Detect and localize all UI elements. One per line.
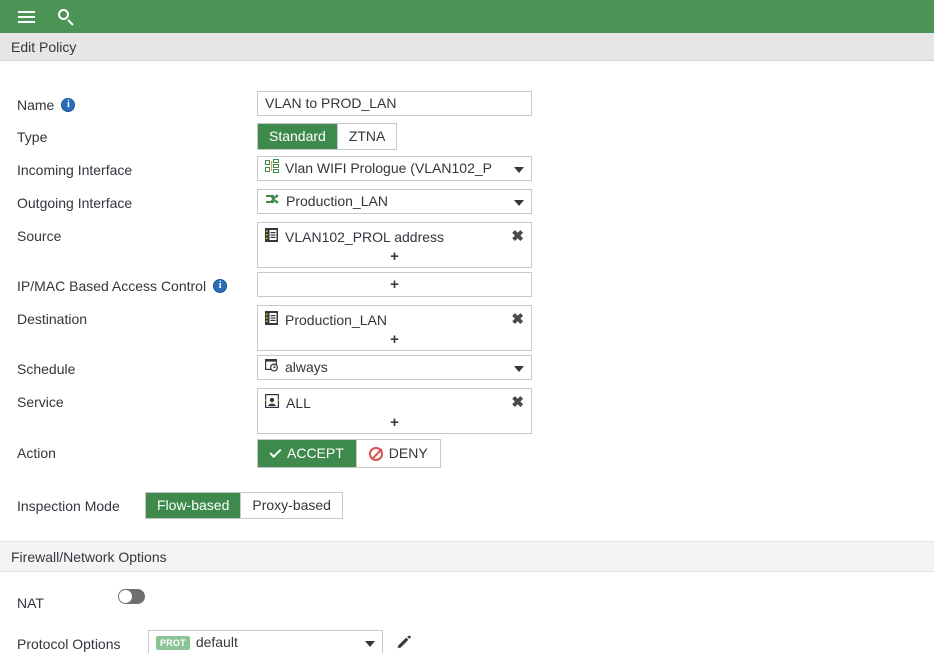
label-action: Action xyxy=(17,439,257,464)
type-segmented-control: Standard ZTNA xyxy=(257,123,397,150)
hamburger-icon xyxy=(18,11,35,23)
label-protocol-options: Protocol Options xyxy=(17,630,148,653)
pencil-icon[interactable] xyxy=(395,635,411,651)
address-object-icon xyxy=(265,228,278,245)
service-item-label: ALL xyxy=(286,395,504,411)
incoming-interface-value: Vlan WIFI Prologue (VLAN102_P xyxy=(285,157,492,180)
field-row-outgoing-interface: Outgoing Interface Production_LAN xyxy=(0,189,934,218)
nat-toggle[interactable] xyxy=(118,589,145,604)
action-segmented-control: ACCEPT DENY xyxy=(257,439,441,468)
field-row-schedule: Schedule always xyxy=(0,355,934,384)
ip-mac-access-control-field[interactable]: + xyxy=(257,272,532,297)
field-row-destination: Destination xyxy=(0,305,934,351)
info-icon[interactable]: i xyxy=(61,98,75,112)
label-schedule: Schedule xyxy=(17,355,257,380)
label-name: Name i xyxy=(17,91,257,116)
section-header-firewall-network-options: Firewall/Network Options xyxy=(0,541,934,572)
destination-field[interactable]: Production_LAN ✖ + xyxy=(257,305,532,351)
nat-toggle-knob xyxy=(119,590,132,603)
service-object-icon xyxy=(265,394,279,411)
type-option-standard[interactable]: Standard xyxy=(258,124,338,149)
source-add-button[interactable]: + xyxy=(258,248,531,267)
incoming-interface-select[interactable]: Vlan WIFI Prologue (VLAN102_P xyxy=(257,156,532,181)
address-object-icon xyxy=(265,311,278,328)
inspection-mode-option-flow-based[interactable]: Flow-based xyxy=(146,493,241,518)
label-nat: NAT xyxy=(17,589,118,614)
chevron-down-icon xyxy=(365,641,375,647)
source-item: VLAN102_PROL address ✖ xyxy=(258,225,531,248)
remove-icon[interactable]: ✖ xyxy=(511,396,524,410)
label-service: Service xyxy=(17,388,257,413)
label-source: Source xyxy=(17,222,257,247)
type-option-ztna[interactable]: ZTNA xyxy=(338,124,397,149)
chevron-down-icon xyxy=(514,167,524,173)
ip-mac-add-button[interactable]: + xyxy=(390,276,399,293)
field-row-service: Service ALL ✖ + xyxy=(0,388,934,434)
field-row-ip-mac-access-control: IP/MAC Based Access Control i + xyxy=(0,272,934,301)
field-row-action: Action ACCEPT DENY xyxy=(0,439,934,468)
field-row-nat: NAT xyxy=(0,589,934,618)
source-item-label: VLAN102_PROL address xyxy=(285,229,504,245)
chevron-down-icon xyxy=(514,366,524,372)
vlan-interface-icon xyxy=(265,157,279,180)
field-row-inspection-mode: Inspection Mode Flow-based Proxy-based xyxy=(0,492,934,541)
source-field[interactable]: VLAN102_PROL address ✖ + xyxy=(257,222,532,268)
protocol-badge: PROT xyxy=(156,636,190,650)
interface-arrows-icon xyxy=(265,190,280,213)
protocol-options-value: default xyxy=(196,631,238,653)
field-row-name: Name i VLAN to PROD_LAN xyxy=(0,91,934,120)
protocol-options-select[interactable]: PROT default xyxy=(148,630,383,653)
label-type: Type xyxy=(17,123,257,148)
field-row-incoming-interface: Incoming Interface xyxy=(0,156,934,185)
outgoing-interface-select[interactable]: Production_LAN xyxy=(257,189,532,214)
service-field[interactable]: ALL ✖ + xyxy=(257,388,532,434)
label-destination: Destination xyxy=(17,305,257,330)
page-title-bar: Edit Policy xyxy=(0,33,934,61)
main-menu-button[interactable] xyxy=(6,0,46,33)
inspection-mode-segmented-control: Flow-based Proxy-based xyxy=(145,492,343,519)
field-row-source: Source xyxy=(0,222,934,268)
destination-item-label: Production_LAN xyxy=(285,312,504,328)
action-option-deny[interactable]: DENY xyxy=(357,440,440,467)
label-inspection-mode: Inspection Mode xyxy=(17,492,145,517)
destination-item: Production_LAN ✖ xyxy=(258,308,531,331)
top-navigation-bar xyxy=(0,0,934,33)
section-title-firewall-network-options: Firewall/Network Options xyxy=(11,549,167,565)
info-icon[interactable]: i xyxy=(213,279,227,293)
outgoing-interface-value: Production_LAN xyxy=(286,190,388,213)
label-incoming-interface: Incoming Interface xyxy=(17,156,257,181)
destination-add-button[interactable]: + xyxy=(258,331,531,350)
schedule-clock-icon xyxy=(265,356,279,379)
schedule-value: always xyxy=(285,356,328,379)
remove-icon[interactable]: ✖ xyxy=(511,230,524,244)
service-item: ALL ✖ xyxy=(258,391,531,414)
field-row-type: Type Standard ZTNA xyxy=(0,123,934,152)
search-icon xyxy=(58,9,74,25)
service-add-button[interactable]: + xyxy=(258,414,531,433)
field-row-protocol-options: Protocol Options PROT default xyxy=(0,630,934,653)
search-button[interactable] xyxy=(46,0,86,33)
policy-form: Name i VLAN to PROD_LAN Type Standard ZT… xyxy=(0,61,934,653)
name-input[interactable]: VLAN to PROD_LAN xyxy=(257,91,532,116)
remove-icon[interactable]: ✖ xyxy=(511,313,524,327)
action-option-accept[interactable]: ACCEPT xyxy=(258,440,357,467)
schedule-select[interactable]: always xyxy=(257,355,532,380)
chevron-down-icon xyxy=(514,200,524,206)
check-icon xyxy=(269,446,281,458)
label-ip-mac-access-control: IP/MAC Based Access Control i xyxy=(17,272,257,297)
inspection-mode-option-proxy-based[interactable]: Proxy-based xyxy=(241,493,342,518)
page-title: Edit Policy xyxy=(11,39,76,55)
deny-icon xyxy=(369,447,383,461)
label-outgoing-interface: Outgoing Interface xyxy=(17,189,257,214)
